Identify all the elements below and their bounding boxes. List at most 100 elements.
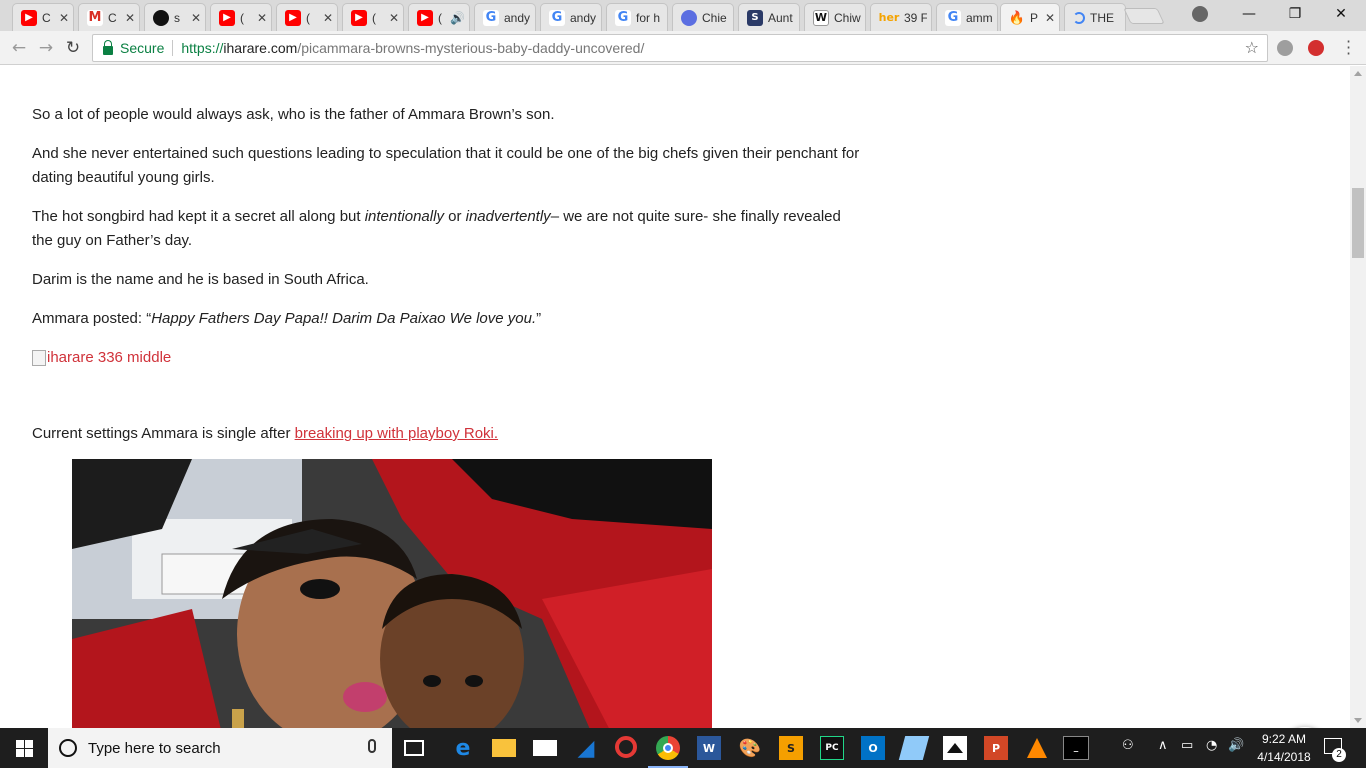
browser-tab[interactable]: Gandy — [474, 3, 536, 31]
terminal-icon[interactable]: _ — [1063, 736, 1089, 760]
s-icon: S — [747, 9, 763, 26]
browser-tab[interactable]: Gfor h — [606, 3, 668, 31]
browser-tab[interactable]: S Aunt — [738, 3, 800, 31]
browser-tab[interactable]: Gandy — [540, 3, 602, 31]
show-hidden-icons-chevron[interactable]: ∧ — [1158, 738, 1168, 753]
volume-icon[interactable]: 🔊 — [1228, 738, 1244, 753]
close-tab-icon[interactable]: ✕ — [257, 11, 267, 25]
scroll-down-icon[interactable] — [1354, 718, 1362, 723]
browser-tab[interactable]: W Chiw — [804, 3, 866, 31]
paint-icon[interactable]: 🎨 — [738, 736, 762, 760]
close-tab-icon[interactable]: ✕ — [1045, 11, 1055, 25]
active-browser-tab[interactable]: 🔥 P ✕ — [1000, 3, 1060, 32]
windows-taskbar: Type here to search e ◢ W 🎨 S PC O P _ ⚇… — [0, 728, 1366, 768]
photos-icon[interactable] — [943, 736, 967, 760]
browser-tab[interactable]: M C ✕ — [78, 3, 140, 31]
youtube-icon: ▶ — [285, 9, 301, 26]
opera-icon[interactable] — [615, 736, 637, 758]
divider — [172, 40, 174, 56]
paragraph: Current settings Ammara is single after … — [32, 425, 499, 442]
youtube-icon: ▶ — [219, 9, 235, 26]
secure-label: Secure — [120, 40, 165, 56]
opera-extension-icon[interactable] — [1308, 40, 1324, 56]
start-button[interactable] — [0, 728, 48, 768]
paragraph: Darim is the name and he is based in Sou… — [32, 271, 369, 288]
paragraph: The hot songbird had kept it a secret al… — [32, 208, 841, 249]
pycharm-icon[interactable]: PC — [820, 736, 844, 760]
close-tab-icon[interactable]: ✕ — [191, 11, 201, 25]
browser-tab[interactable]: her39 Fa — [870, 3, 932, 31]
close-tab-icon[interactable]: ✕ — [389, 11, 399, 25]
outlook-icon[interactable]: O — [861, 736, 885, 760]
ammara-and-son-photo — [72, 459, 712, 728]
azure-icon[interactable]: ◢ — [574, 736, 598, 761]
profile-icon[interactable] — [1192, 6, 1208, 22]
vlc-icon[interactable] — [1025, 736, 1049, 760]
minimize-icon[interactable]: — — [1226, 0, 1272, 28]
google-icon: G — [483, 9, 499, 26]
lock-icon — [103, 39, 113, 55]
url-path: /picammara-browns-mysterious-baby-daddy-… — [297, 40, 645, 56]
close-tab-icon[interactable]: ✕ — [323, 11, 333, 25]
iharare-icon: 🔥 — [1008, 10, 1026, 26]
page-scrollbar[interactable] — [1350, 66, 1366, 728]
search-icon — [59, 739, 77, 757]
youtube-icon: ▶ — [21, 9, 37, 26]
browser-tab[interactable]: s ✕ — [144, 3, 206, 31]
clock-time: 9:22 AM — [1261, 732, 1307, 746]
notepad-icon[interactable] — [898, 736, 930, 760]
restore-icon[interactable]: ❐ — [1272, 0, 1318, 28]
battery-icon[interactable]: ▭ — [1181, 738, 1193, 753]
scrollbar-thumb[interactable] — [1352, 188, 1364, 258]
extension-icon[interactable] — [1277, 40, 1293, 56]
taskbar-search-box[interactable]: Type here to search — [48, 728, 392, 768]
browser-tab[interactable]: Gamm — [936, 3, 998, 31]
reload-icon[interactable]: ↻ — [62, 37, 84, 59]
url-protocol: https:// — [181, 40, 224, 56]
browser-tab[interactable]: ▶(✕ — [210, 3, 272, 31]
people-icon[interactable]: ⚇ — [1122, 738, 1134, 753]
close-tab-icon[interactable]: ✕ — [59, 11, 69, 25]
forward-icon[interactable]: → — [35, 37, 57, 59]
broken-image-link[interactable]: iharare 336 middle — [32, 346, 171, 370]
browser-tab[interactable]: Chie — [672, 3, 734, 31]
sublime-icon[interactable]: S — [779, 736, 803, 760]
article-photo — [72, 459, 712, 728]
speaker-icon[interactable]: 🔊 — [450, 11, 465, 25]
breakup-article-link[interactable]: breaking up with playboy Roki. — [295, 425, 498, 442]
browser-tab[interactable]: ▶ C ✕ — [12, 3, 74, 31]
ad-image-placeholder[interactable]: iharare 336 middle — [32, 346, 862, 374]
browser-toolbar: ← → ↻ Secure https:// iharare.com /picam… — [0, 31, 1366, 65]
chrome-icon[interactable] — [656, 736, 680, 760]
bookmark-star-icon[interactable]: ☆ — [1245, 38, 1259, 57]
back-icon[interactable]: ← — [8, 37, 30, 59]
her-icon: her — [878, 11, 900, 24]
new-tab-button[interactable] — [1123, 8, 1165, 24]
browser-tab[interactable]: ▶(🔊 — [408, 3, 470, 31]
youtube-icon: ▶ — [417, 9, 433, 26]
browser-tab[interactable]: ▶(✕ — [342, 3, 404, 31]
microphone-icon[interactable] — [368, 739, 376, 753]
word-icon[interactable]: W — [697, 736, 721, 760]
close-tab-icon[interactable]: ✕ — [125, 11, 135, 25]
google-icon: G — [945, 9, 961, 26]
menu-icon[interactable]: · · · — [1346, 34, 1351, 62]
browser-tab[interactable]: THE — [1064, 3, 1126, 31]
file-explorer-icon[interactable] — [492, 739, 516, 757]
system-clock[interactable]: 9:22 AM 4/14/2018 — [1252, 730, 1316, 766]
powerpoint-icon[interactable]: P — [984, 736, 1008, 760]
search-placeholder: Type here to search — [88, 739, 221, 757]
tab-strip: ▶ C ✕ M C ✕ s ✕ ▶(✕ ▶(✕ ▶(✕ ▶(🔊 Gandy Gandy G… — [0, 0, 1366, 32]
mail-icon[interactable] — [533, 740, 557, 756]
edge-icon[interactable]: e — [451, 736, 475, 761]
task-view-icon[interactable] — [404, 740, 424, 756]
wikipedia-icon: W — [813, 9, 829, 26]
scroll-up-icon[interactable] — [1354, 71, 1362, 76]
windows-logo-icon — [15, 739, 33, 757]
address-bar[interactable]: Secure https:// iharare.com /picammara-b… — [92, 34, 1268, 62]
wifi-icon[interactable]: ◔ — [1206, 738, 1217, 753]
close-window-icon[interactable]: ✕ — [1318, 0, 1364, 28]
notification-count-badge: 2 — [1332, 748, 1346, 762]
browser-tab[interactable]: ▶(✕ — [276, 3, 338, 31]
web-page: So a lot of people would always ask, who… — [0, 66, 1350, 728]
